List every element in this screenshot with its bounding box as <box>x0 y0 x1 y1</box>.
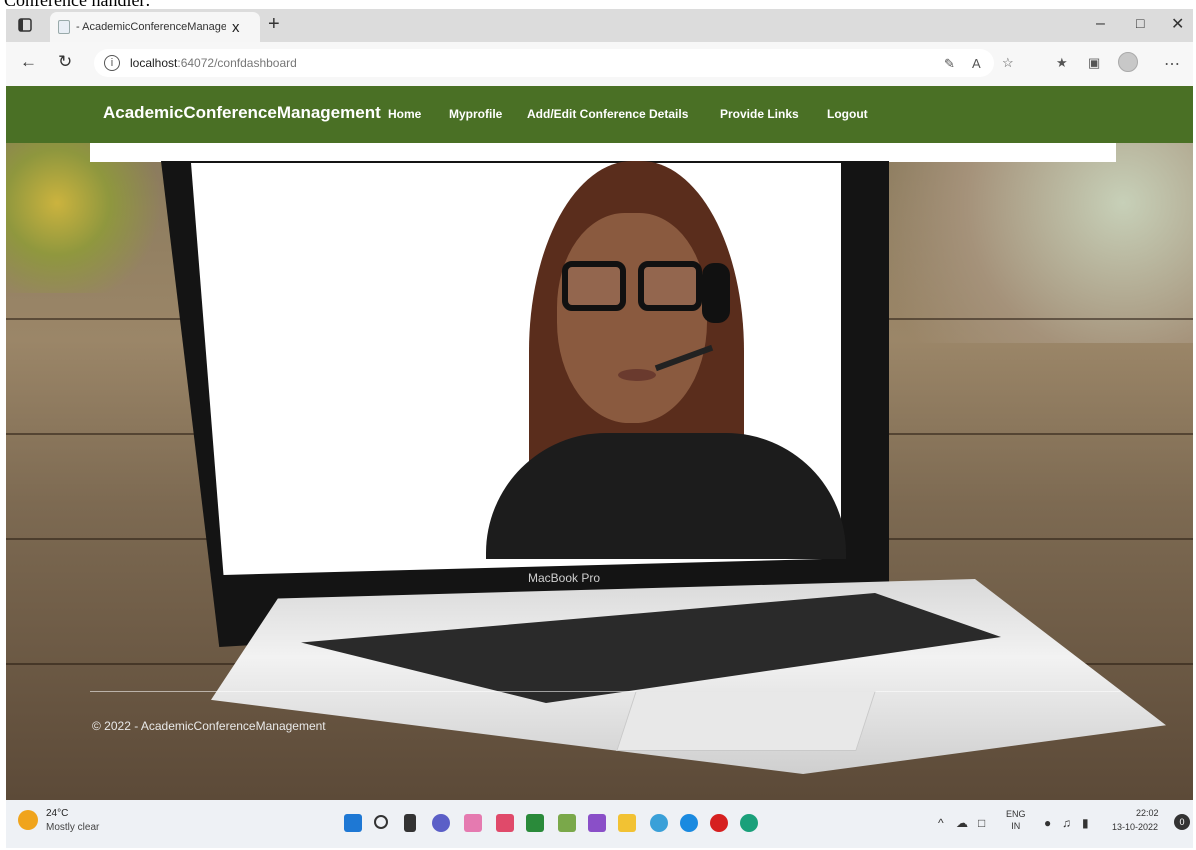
task-view-icon[interactable] <box>404 814 416 832</box>
glasses-lens-icon <box>638 261 702 311</box>
refresh-icon[interactable]: ↻ <box>58 52 72 72</box>
collections-icon[interactable]: ▣ <box>1088 55 1100 71</box>
language-indicator[interactable]: ENG IN <box>1006 808 1026 832</box>
glasses-lens-icon <box>562 261 626 311</box>
close-window-button[interactable]: ✕ <box>1171 14 1184 34</box>
site-info-icon[interactable]: i <box>104 55 120 71</box>
show-hidden-icons-icon[interactable]: ^ <box>938 816 944 830</box>
footer-copyright: © 2022 - AcademicConferenceManagement <box>92 719 326 733</box>
volume-icon[interactable]: ♫ <box>1062 816 1071 830</box>
hero-background-image: MacBook Pro © 2022 - AcademicConferenceM… <box>6 143 1193 800</box>
laptop-touchpad <box>616 691 876 751</box>
headset-icon <box>702 263 730 323</box>
footer-divider <box>90 691 1120 692</box>
tab-strip: - AcademicConferenceManagem x + – □ ✕ <box>6 9 1193 42</box>
background-foliage <box>6 143 176 293</box>
language-code: ENG <box>1006 809 1026 819</box>
person-face <box>557 213 707 423</box>
new-tab-button[interactable]: + <box>268 13 280 36</box>
settings-icon[interactable] <box>650 814 668 832</box>
weather-moon-icon[interactable] <box>18 810 38 830</box>
tab-actions-icon[interactable] <box>14 15 36 35</box>
region-code: IN <box>1011 821 1021 831</box>
clock-date[interactable]: 13-10-2022 <box>1112 822 1158 832</box>
tab-close-icon[interactable]: x <box>232 19 240 36</box>
url-host: localhost <box>130 56 178 70</box>
onedrive-icon[interactable]: ☁ <box>956 816 968 830</box>
skype-icon[interactable] <box>680 814 698 832</box>
screenshot: Conference handler: - AcademicConference… <box>0 0 1196 850</box>
person-shoulders <box>486 433 846 559</box>
laptop-brand-label: MacBook Pro <box>528 571 601 585</box>
teams-chat-icon[interactable] <box>432 814 450 832</box>
clock-time[interactable]: 22:02 <box>1136 808 1159 818</box>
favorite-add-icon[interactable]: ☆ <box>1002 55 1014 71</box>
site-navbar: AcademicConferenceManagement Home Myprof… <box>6 86 1193 143</box>
search-icon[interactable] <box>374 815 388 829</box>
nav-home[interactable]: Home <box>388 107 421 121</box>
address-bar[interactable]: i localhost:64072/confdashboard <box>94 49 994 77</box>
content-strip <box>90 143 1116 162</box>
app-icon[interactable] <box>496 814 514 832</box>
notepad-icon[interactable] <box>526 814 544 832</box>
security-icon[interactable]: □ <box>978 816 985 830</box>
page-favicon-icon <box>58 20 70 34</box>
back-icon[interactable]: ← <box>20 52 37 72</box>
file-explorer-icon[interactable] <box>618 814 636 832</box>
more-icon[interactable]: ⋯ <box>1164 54 1180 74</box>
record-icon[interactable] <box>710 814 728 832</box>
background-bokeh <box>843 143 1193 343</box>
maximize-button[interactable]: □ <box>1136 15 1144 31</box>
weather-temperature[interactable]: 24°C <box>46 808 68 819</box>
start-icon[interactable] <box>344 814 362 832</box>
profile-icon[interactable] <box>1118 52 1138 72</box>
paint-icon[interactable] <box>558 814 576 832</box>
text-size-icon[interactable]: A <box>972 56 981 71</box>
nav-myprofile[interactable]: Myprofile <box>449 107 502 121</box>
site-brand[interactable]: AcademicConferenceManagement <box>103 103 381 123</box>
weather-description[interactable]: Mostly clear <box>46 822 99 833</box>
nav-provide-links[interactable]: Provide Links <box>720 107 799 121</box>
read-aloud-icon[interactable]: ✎ <box>944 56 955 72</box>
tab-title: - AcademicConferenceManagem <box>76 21 226 33</box>
person-mouth <box>618 369 656 381</box>
wifi-icon[interactable]: ● <box>1044 816 1051 830</box>
notification-badge[interactable]: 0 <box>1174 814 1190 830</box>
visual-studio-icon[interactable] <box>588 814 606 832</box>
nav-add-edit-conference[interactable]: Add/Edit Conference Details <box>527 107 688 121</box>
url-path: :64072/confdashboard <box>177 56 297 70</box>
battery-icon[interactable]: ▮ <box>1082 816 1089 830</box>
tab-active[interactable]: - AcademicConferenceManagem x <box>50 12 260 42</box>
browser-toolbar: ← ↻ i localhost:64072/confdashboard ✎ A … <box>6 42 1193 86</box>
snipping-tool-icon[interactable] <box>464 814 482 832</box>
favorites-icon[interactable]: ★ <box>1056 55 1068 71</box>
edge-icon[interactable] <box>740 814 758 832</box>
minimize-button[interactable]: – <box>1096 15 1105 33</box>
windows-taskbar: 24°C Mostly clear ^ ☁ □ ENG IN ● ♫ ▮ 22:… <box>6 800 1193 848</box>
nav-logout[interactable]: Logout <box>827 107 868 121</box>
